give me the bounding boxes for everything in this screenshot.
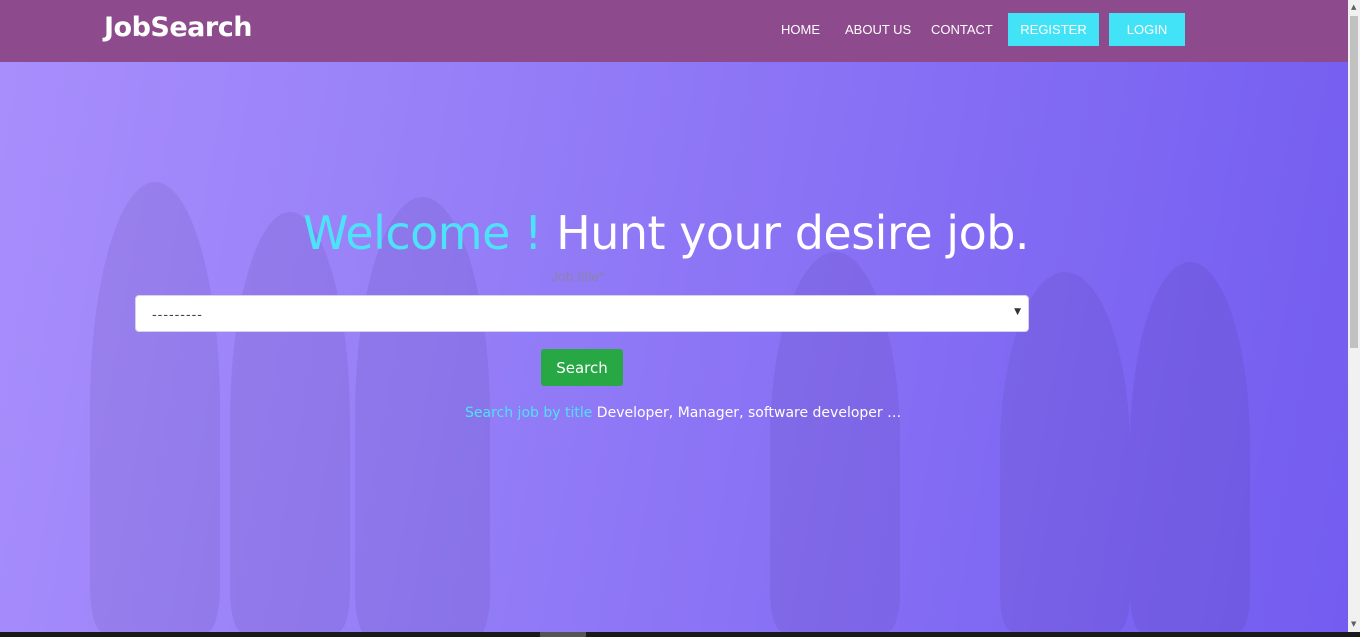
hero-headline: Welcome ! Hunt your desire job. xyxy=(303,206,1030,260)
vertical-scrollbar[interactable]: ▲ ▼ xyxy=(1348,0,1360,632)
nav-home-link[interactable]: HOME xyxy=(781,22,820,37)
job-title-label: Job title* xyxy=(551,268,605,284)
hint-examples: Developer, Manager, software developer … xyxy=(596,405,902,421)
scroll-down-arrow-icon[interactable]: ▼ xyxy=(1351,620,1356,628)
background-figure xyxy=(1130,262,1250,632)
hint-label: Search job by title xyxy=(465,405,593,421)
headline-welcome: Welcome ! xyxy=(303,206,542,260)
search-button[interactable]: Search xyxy=(541,349,623,386)
navbar: JobSearch HOME ABOUT US CONTACT REGISTER… xyxy=(0,0,1348,62)
brand-logo[interactable]: JobSearch xyxy=(104,12,252,43)
job-title-select[interactable]: --------- ▼ xyxy=(135,295,1029,332)
login-button[interactable]: LOGIN xyxy=(1109,13,1185,46)
register-button[interactable]: REGISTER xyxy=(1008,13,1099,46)
horizontal-scrollbar[interactable] xyxy=(0,632,1360,637)
headline-tagline: Hunt your desire job. xyxy=(556,206,1030,260)
background-figure xyxy=(90,182,220,632)
job-title-selected-value: --------- xyxy=(152,306,203,322)
hero-section xyxy=(0,62,1348,632)
horizontal-scrollbar-thumb[interactable] xyxy=(540,632,586,637)
search-hint: Search job by title Developer, Manager, … xyxy=(465,405,901,421)
nav-contact-link[interactable]: CONTACT xyxy=(931,22,993,37)
scrollbar-thumb[interactable] xyxy=(1350,16,1358,348)
nav-about-link[interactable]: ABOUT US xyxy=(845,22,911,37)
background-figure xyxy=(230,212,350,632)
chevron-down-icon: ▼ xyxy=(1014,307,1021,317)
scroll-up-arrow-icon[interactable]: ▲ xyxy=(1351,3,1356,11)
